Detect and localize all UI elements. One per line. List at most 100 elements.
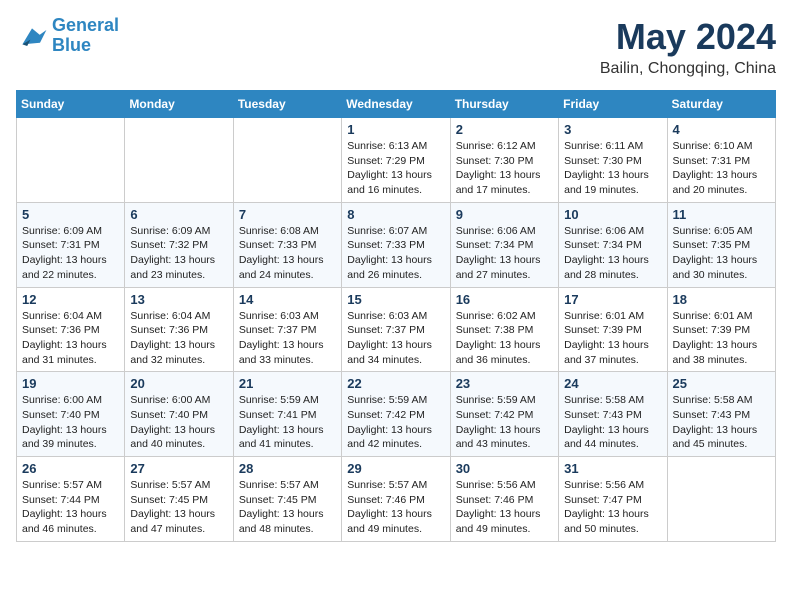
calendar-week-row: 1 Sunrise: 6:13 AM Sunset: 7:29 PM Daylig… <box>17 118 776 203</box>
day-info: Sunrise: 5:59 AM Sunset: 7:41 PM Dayligh… <box>239 393 336 452</box>
day-info: Sunrise: 6:01 AM Sunset: 7:39 PM Dayligh… <box>673 309 770 368</box>
calendar-week-row: 26Sunrise: 5:57 AM Sunset: 7:44 PM Dayli… <box>17 457 776 542</box>
day-number: 5 <box>22 207 119 222</box>
day-info: Sunrise: 6:01 AM Sunset: 7:39 PM Dayligh… <box>564 309 661 368</box>
day-number: 11 <box>673 207 770 222</box>
calendar-day-header: Monday <box>125 91 233 118</box>
day-info: Sunrise: 6:09 AM Sunset: 7:31 PM Dayligh… <box>22 224 119 283</box>
day-number: 19 <box>22 376 119 391</box>
logo-icon <box>16 22 48 50</box>
day-number: 14 <box>239 292 336 307</box>
day-number: 26 <box>22 461 119 476</box>
day-info: Sunrise: 5:58 AM Sunset: 7:43 PM Dayligh… <box>673 393 770 452</box>
day-info: Sunrise: 6:02 AM Sunset: 7:38 PM Dayligh… <box>456 309 553 368</box>
calendar-cell: 11 Sunrise: 6:05 AM Sunset: 7:35 PM Dayli… <box>667 202 775 287</box>
day-number: 29 <box>347 461 444 476</box>
calendar-cell: 23 Sunrise: 5:59 AM Sunset: 7:42 PM Dayli… <box>450 372 558 457</box>
calendar-cell: 7 Sunrise: 6:08 AM Sunset: 7:33 PM Daylig… <box>233 202 341 287</box>
day-info: Sunrise: 5:58 AM Sunset: 7:43 PM Dayligh… <box>564 393 661 452</box>
calendar-day-header: Wednesday <box>342 91 450 118</box>
calendar-day-header: Tuesday <box>233 91 341 118</box>
day-info: Sunrise: 6:08 AM Sunset: 7:33 PM Dayligh… <box>239 224 336 283</box>
day-info: Sunrise: 6:04 AM Sunset: 7:36 PM Dayligh… <box>22 309 119 368</box>
calendar-cell: 26Sunrise: 5:57 AM Sunset: 7:44 PM Dayli… <box>17 457 125 542</box>
calendar-cell: 9 Sunrise: 6:06 AM Sunset: 7:34 PM Daylig… <box>450 202 558 287</box>
calendar-cell: 3 Sunrise: 6:11 AM Sunset: 7:30 PM Daylig… <box>559 118 667 203</box>
day-number: 21 <box>239 376 336 391</box>
day-number: 1 <box>347 122 444 137</box>
calendar-cell: 17 Sunrise: 6:01 AM Sunset: 7:39 PM Dayli… <box>559 287 667 372</box>
calendar-day-header: Friday <box>559 91 667 118</box>
calendar-day-header: Sunday <box>17 91 125 118</box>
day-number: 3 <box>564 122 661 137</box>
calendar-cell: 6 Sunrise: 6:09 AM Sunset: 7:32 PM Daylig… <box>125 202 233 287</box>
calendar-cell: 12 Sunrise: 6:04 AM Sunset: 7:36 PM Dayli… <box>17 287 125 372</box>
day-number: 22 <box>347 376 444 391</box>
day-info: Sunrise: 6:03 AM Sunset: 7:37 PM Dayligh… <box>239 309 336 368</box>
calendar-day-header: Thursday <box>450 91 558 118</box>
day-info: Sunrise: 6:00 AM Sunset: 7:40 PM Dayligh… <box>22 393 119 452</box>
day-info: Sunrise: 6:13 AM Sunset: 7:29 PM Dayligh… <box>347 139 444 198</box>
calendar-cell: 20 Sunrise: 6:00 AM Sunset: 7:40 PM Dayli… <box>125 372 233 457</box>
page-header: General Blue May 2024 Bailin, Chongqing,… <box>16 16 776 78</box>
calendar-cell: 31 Sunrise: 5:56 AM Sunset: 7:47 PM Dayli… <box>559 457 667 542</box>
day-info: Sunrise: 6:03 AM Sunset: 7:37 PM Dayligh… <box>347 309 444 368</box>
day-number: 15 <box>347 292 444 307</box>
day-number: 16 <box>456 292 553 307</box>
calendar-week-row: 5 Sunrise: 6:09 AM Sunset: 7:31 PM Daylig… <box>17 202 776 287</box>
calendar-cell: 10Sunrise: 6:06 AM Sunset: 7:34 PM Dayli… <box>559 202 667 287</box>
day-number: 31 <box>564 461 661 476</box>
day-info: Sunrise: 5:57 AM Sunset: 7:46 PM Dayligh… <box>347 478 444 537</box>
day-number: 17 <box>564 292 661 307</box>
day-info: Sunrise: 5:59 AM Sunset: 7:42 PM Dayligh… <box>456 393 553 452</box>
calendar-cell: 8 Sunrise: 6:07 AM Sunset: 7:33 PM Daylig… <box>342 202 450 287</box>
day-info: Sunrise: 5:57 AM Sunset: 7:45 PM Dayligh… <box>130 478 227 537</box>
calendar-cell: 25Sunrise: 5:58 AM Sunset: 7:43 PM Dayli… <box>667 372 775 457</box>
calendar-cell: 27 Sunrise: 5:57 AM Sunset: 7:45 PM Dayli… <box>125 457 233 542</box>
calendar-table: SundayMondayTuesdayWednesdayThursdayFrid… <box>16 90 776 542</box>
day-number: 8 <box>347 207 444 222</box>
calendar-cell: 4 Sunrise: 6:10 AM Sunset: 7:31 PM Daylig… <box>667 118 775 203</box>
day-number: 30 <box>456 461 553 476</box>
calendar-cell <box>17 118 125 203</box>
calendar-cell: 5 Sunrise: 6:09 AM Sunset: 7:31 PM Daylig… <box>17 202 125 287</box>
day-number: 4 <box>673 122 770 137</box>
calendar-cell: 1 Sunrise: 6:13 AM Sunset: 7:29 PM Daylig… <box>342 118 450 203</box>
logo: General Blue <box>16 16 119 56</box>
day-number: 7 <box>239 207 336 222</box>
day-info: Sunrise: 6:00 AM Sunset: 7:40 PM Dayligh… <box>130 393 227 452</box>
day-number: 20 <box>130 376 227 391</box>
calendar-cell: 24 Sunrise: 5:58 AM Sunset: 7:43 PM Dayli… <box>559 372 667 457</box>
day-number: 2 <box>456 122 553 137</box>
calendar-cell <box>233 118 341 203</box>
day-info: Sunrise: 6:12 AM Sunset: 7:30 PM Dayligh… <box>456 139 553 198</box>
day-number: 27 <box>130 461 227 476</box>
day-info: Sunrise: 6:11 AM Sunset: 7:30 PM Dayligh… <box>564 139 661 198</box>
day-number: 12 <box>22 292 119 307</box>
calendar-cell: 13Sunrise: 6:04 AM Sunset: 7:36 PM Dayli… <box>125 287 233 372</box>
calendar-cell: 19 Sunrise: 6:00 AM Sunset: 7:40 PM Dayli… <box>17 372 125 457</box>
day-number: 6 <box>130 207 227 222</box>
day-number: 9 <box>456 207 553 222</box>
calendar-cell: 29 Sunrise: 5:57 AM Sunset: 7:46 PM Dayli… <box>342 457 450 542</box>
calendar-week-row: 12 Sunrise: 6:04 AM Sunset: 7:36 PM Dayli… <box>17 287 776 372</box>
day-info: Sunrise: 5:56 AM Sunset: 7:46 PM Dayligh… <box>456 478 553 537</box>
calendar-cell: 15 Sunrise: 6:03 AM Sunset: 7:37 PM Dayli… <box>342 287 450 372</box>
day-info: Sunrise: 5:57 AM Sunset: 7:45 PM Dayligh… <box>239 478 336 537</box>
day-info: Sunrise: 6:05 AM Sunset: 7:35 PM Dayligh… <box>673 224 770 283</box>
logo-text: General Blue <box>52 16 119 56</box>
day-info: Sunrise: 6:07 AM Sunset: 7:33 PM Dayligh… <box>347 224 444 283</box>
day-number: 23 <box>456 376 553 391</box>
day-info: Sunrise: 6:06 AM Sunset: 7:34 PM Dayligh… <box>456 224 553 283</box>
calendar-day-header: Saturday <box>667 91 775 118</box>
calendar-cell: 2 Sunrise: 6:12 AM Sunset: 7:30 PM Daylig… <box>450 118 558 203</box>
day-number: 24 <box>564 376 661 391</box>
calendar-cell <box>125 118 233 203</box>
day-info: Sunrise: 6:06 AM Sunset: 7:34 PM Dayligh… <box>564 224 661 283</box>
day-info: Sunrise: 6:09 AM Sunset: 7:32 PM Dayligh… <box>130 224 227 283</box>
day-info: Sunrise: 5:56 AM Sunset: 7:47 PM Dayligh… <box>564 478 661 537</box>
location: Bailin, Chongqing, China <box>600 60 776 78</box>
day-info: Sunrise: 6:04 AM Sunset: 7:36 PM Dayligh… <box>130 309 227 368</box>
day-number: 18 <box>673 292 770 307</box>
day-info: Sunrise: 6:10 AM Sunset: 7:31 PM Dayligh… <box>673 139 770 198</box>
